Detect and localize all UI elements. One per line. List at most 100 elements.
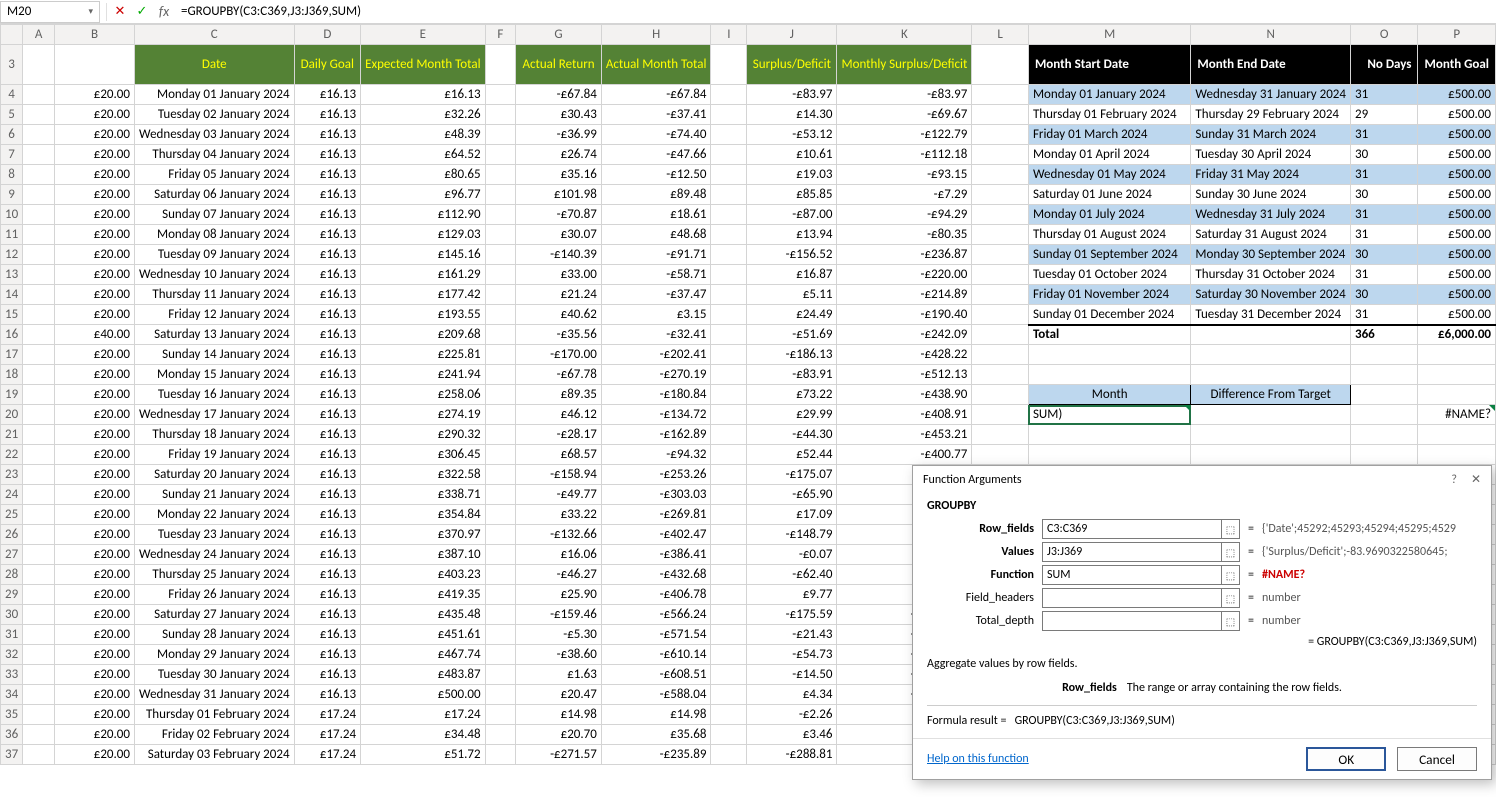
column-title[interactable]: Date (134, 45, 294, 85)
arg-label: Values (927, 545, 1042, 559)
error-cell[interactable]: #NAME? (1418, 405, 1496, 425)
col-header[interactable]: M (1028, 25, 1190, 45)
row-header[interactable]: 13 (1, 265, 23, 285)
collapse-dialog-icon[interactable]: ⬚ (1222, 611, 1240, 631)
row-header[interactable]: 29 (1, 585, 23, 605)
row-header[interactable]: 32 (1, 645, 23, 665)
col-header[interactable]: P (1418, 25, 1496, 45)
row-header[interactable]: 15 (1, 305, 23, 325)
row-header[interactable]: 34 (1, 685, 23, 705)
dialog-title: Function Arguments (923, 473, 1022, 487)
row-header[interactable]: 12 (1, 245, 23, 265)
col-header[interactable]: G (516, 25, 602, 45)
row-header[interactable]: 22 (1, 445, 23, 465)
col-header[interactable]: D (294, 25, 361, 45)
collapse-dialog-icon[interactable]: ⬚ (1222, 519, 1240, 539)
column-title[interactable]: Month End Date (1191, 45, 1351, 85)
formula-input[interactable] (175, 1, 1496, 23)
row-header[interactable]: 3 (1, 45, 23, 85)
chevron-down-icon[interactable]: ▾ (88, 6, 93, 17)
arg-label: Total_depth (927, 614, 1042, 628)
row-header[interactable]: 36 (1, 725, 23, 745)
row-header[interactable]: 23 (1, 465, 23, 485)
column-title[interactable]: Month Goal (1418, 45, 1496, 85)
row-header[interactable]: 27 (1, 545, 23, 565)
col-header[interactable]: I (711, 25, 747, 45)
row-header[interactable]: 30 (1, 605, 23, 625)
accept-formula-icon[interactable]: ✓ (131, 4, 153, 19)
row-header[interactable]: 37 (1, 745, 23, 765)
arg-input[interactable] (1042, 542, 1222, 562)
col-header[interactable]: L (972, 25, 1029, 45)
col-header[interactable]: B (54, 25, 134, 45)
column-title[interactable]: Monthly Surplus/Deficit (837, 45, 972, 85)
col-header[interactable]: H (601, 25, 711, 45)
arg-label: Field_headers (927, 591, 1042, 605)
row-header[interactable]: 26 (1, 525, 23, 545)
collapse-dialog-icon[interactable]: ⬚ (1222, 588, 1240, 608)
column-title[interactable]: Expected Month Total (361, 45, 485, 85)
row-header[interactable]: 7 (1, 145, 23, 165)
col-header[interactable]: C (134, 25, 294, 45)
column-title[interactable]: Month Start Date (1028, 45, 1190, 85)
col-header[interactable]: F (485, 25, 516, 45)
col-header[interactable]: J (747, 25, 837, 45)
formula-bar: M20 ▾ ✕ ✓ fx (0, 0, 1496, 24)
column-title[interactable]: No Days (1350, 45, 1418, 85)
col-header[interactable]: K (837, 25, 972, 45)
row-header[interactable]: 28 (1, 565, 23, 585)
column-title[interactable]: Actual Return (516, 45, 602, 85)
row-header[interactable]: 10 (1, 205, 23, 225)
fx-icon[interactable]: fx (153, 3, 175, 20)
arg-hint-text: The range or array containing the row fi… (1127, 681, 1342, 695)
result-header-diff[interactable]: Difference From Target (1191, 385, 1351, 405)
function-arguments-dialog[interactable]: Function Arguments ? ✕ GROUPBY Row_field… (912, 465, 1492, 780)
row-header[interactable]: 18 (1, 365, 23, 385)
arg-input[interactable] (1042, 519, 1222, 539)
dialog-calc: = GROUPBY(C3:C369,J3:J369,SUM) (927, 635, 1477, 649)
help-link[interactable]: Help on this function (927, 752, 1029, 766)
row-header[interactable]: 20 (1, 405, 23, 425)
row-header[interactable]: 9 (1, 185, 23, 205)
ok-button[interactable]: OK (1306, 747, 1386, 771)
collapse-dialog-icon[interactable]: ⬚ (1222, 542, 1240, 562)
cancel-button[interactable]: Cancel (1397, 747, 1477, 771)
row-header[interactable]: 21 (1, 425, 23, 445)
row-header[interactable]: 5 (1, 105, 23, 125)
column-title[interactable]: Surplus/Deficit (747, 45, 837, 85)
select-all-corner[interactable] (1, 25, 23, 45)
row-header[interactable]: 24 (1, 485, 23, 505)
arg-input[interactable] (1042, 588, 1222, 608)
column-title[interactable]: Daily Goal (294, 45, 361, 85)
row-header[interactable]: 4 (1, 85, 23, 105)
col-header[interactable]: N (1191, 25, 1351, 45)
row-header[interactable]: 19 (1, 385, 23, 405)
col-header[interactable]: O (1350, 25, 1418, 45)
close-icon[interactable]: ✕ (1471, 472, 1481, 487)
row-header[interactable]: 14 (1, 285, 23, 305)
name-box[interactable]: M20 ▾ (0, 1, 100, 23)
arg-result: number (1262, 591, 1301, 605)
row-header[interactable]: 35 (1, 705, 23, 725)
dialog-help-icon[interactable]: ? (1451, 473, 1457, 487)
arg-input[interactable] (1042, 565, 1222, 585)
collapse-dialog-icon[interactable]: ⬚ (1222, 565, 1240, 585)
cancel-formula-icon[interactable]: ✕ (109, 4, 131, 19)
row-header[interactable]: 11 (1, 225, 23, 245)
row-header[interactable]: 25 (1, 505, 23, 525)
row-header[interactable]: 31 (1, 625, 23, 645)
active-cell[interactable]: SUM) (1028, 405, 1190, 425)
row-header[interactable]: 17 (1, 345, 23, 365)
arg-hint-label: Row_fields (1062, 681, 1117, 695)
formula-result-label: Formula result = (927, 714, 1006, 728)
result-header-month[interactable]: Month (1028, 385, 1190, 405)
col-header[interactable]: E (361, 25, 485, 45)
col-header[interactable]: A (23, 25, 55, 45)
row-header[interactable]: 33 (1, 665, 23, 685)
row-header[interactable]: 16 (1, 325, 23, 345)
arg-result: number (1262, 614, 1301, 628)
arg-input[interactable] (1042, 611, 1222, 631)
row-header[interactable]: 8 (1, 165, 23, 185)
column-title[interactable]: Actual Month Total (601, 45, 711, 85)
row-header[interactable]: 6 (1, 125, 23, 145)
